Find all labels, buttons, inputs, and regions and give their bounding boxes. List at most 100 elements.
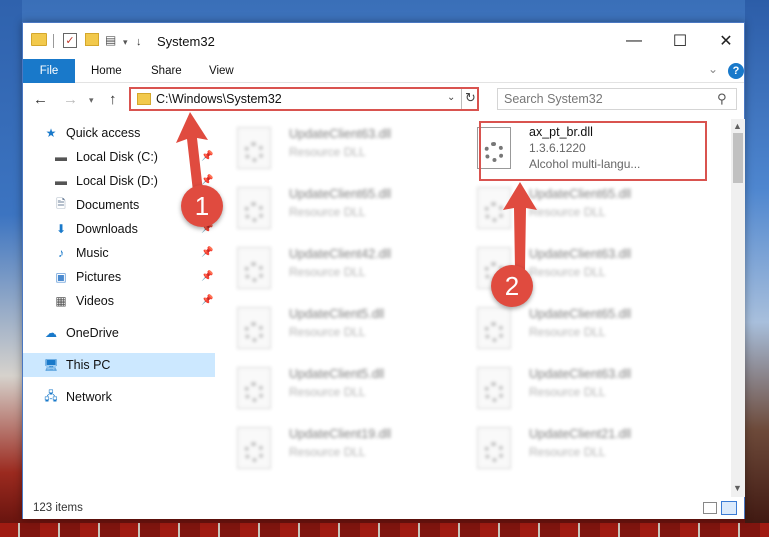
pin-icon[interactable]: 📌 <box>201 247 213 258</box>
music-icon: ♪ <box>58 246 64 260</box>
dll-file-icon <box>237 367 271 409</box>
tab-home[interactable]: Home <box>91 59 122 83</box>
file-name: UpdateClient63.dll <box>289 127 392 141</box>
refresh-icon[interactable]: ↻ <box>465 90 476 106</box>
details-view-icon[interactable] <box>703 502 717 514</box>
close-button[interactable]: ✕ <box>703 23 749 59</box>
computer-icon: 🖥 <box>43 358 59 372</box>
sidebar-item-network[interactable]: 🖧 Network <box>43 385 112 409</box>
address-bar[interactable]: C:\Windows\System32 ⌄ ↻ <box>129 87 479 111</box>
file-name: UpdateClient63.dll <box>529 367 632 381</box>
sidebar-item-label: Music <box>76 246 109 260</box>
pin-icon[interactable]: 📌 <box>201 295 213 306</box>
forward-arrow-icon[interactable]: → <box>63 91 78 108</box>
file-description: Resource DLL <box>529 445 606 459</box>
address-dropdown-chevron-icon[interactable]: ⌄ <box>447 92 455 103</box>
file-description: Resource DLL <box>289 385 366 399</box>
network-icon: 🖧 <box>44 388 58 403</box>
recent-locations-chevron-icon[interactable]: ▾ <box>89 95 94 106</box>
file-name: UpdateClient65.dll <box>529 307 632 321</box>
scroll-down-icon[interactable]: ▼ <box>733 483 742 493</box>
new-folder-icon[interactable] <box>85 33 99 46</box>
customize-toolbar-icon[interactable]: ↓ <box>136 33 148 51</box>
sidebar-item-label: Local Disk (D:) <box>76 174 158 188</box>
maximize-button[interactable]: ☐ <box>657 23 703 59</box>
file-tile[interactable]: UpdateClient5.dll Resource DLL <box>223 361 448 415</box>
file-description: Resource DLL <box>289 325 366 339</box>
tiles-view-icon[interactable] <box>721 501 737 515</box>
item-count: 123 items <box>33 502 83 514</box>
file-description: Resource DLL <box>529 325 606 339</box>
pin-icon[interactable]: 📌 <box>201 271 213 282</box>
dll-file-icon <box>237 187 271 229</box>
drive-icon: ▬ <box>55 150 67 164</box>
picture-icon: ▣ <box>55 270 67 284</box>
sidebar-item-local-disk-c[interactable]: ▬ Local Disk (C:) <box>53 145 158 169</box>
up-arrow-icon[interactable]: ↑ <box>109 91 117 108</box>
vertical-scrollbar[interactable]: ▲ ▼ <box>731 119 745 497</box>
status-bar: 123 items <box>23 497 744 519</box>
tab-view[interactable]: View <box>209 59 234 83</box>
download-icon: ⬇ <box>55 222 67 236</box>
file-tile[interactable]: UpdateClient65.dll Resource DLL <box>463 301 688 355</box>
scrollbar-thumb[interactable] <box>733 133 743 183</box>
view-properties-icon[interactable]: ▤ <box>105 33 121 47</box>
file-tile[interactable]: UpdateClient63.dll Resource DLL <box>463 361 688 415</box>
callout-number-1: 1 <box>181 185 223 227</box>
sidebar-item-local-disk-d[interactable]: ▬ Local Disk (D:) <box>53 169 158 193</box>
sidebar-item-videos[interactable]: ▦ Videos <box>53 289 114 313</box>
folder-icon <box>31 33 47 46</box>
chevron-down-icon[interactable]: ▾ <box>123 33 133 51</box>
callout-number-2: 2 <box>491 265 533 307</box>
sidebar-item-downloads[interactable]: ⬇ Downloads <box>53 217 138 241</box>
file-name: UpdateClient19.dll <box>289 427 392 441</box>
sidebar-item-music[interactable]: ♪ Music <box>53 241 109 265</box>
folder-icon <box>137 93 151 105</box>
cloud-icon: ☁ <box>45 326 57 340</box>
search-icon[interactable]: ⚲ <box>717 91 727 107</box>
dll-file-icon <box>477 307 511 349</box>
sidebar-item-this-pc[interactable]: 🖥 This PC <box>23 353 215 377</box>
tab-file[interactable]: File <box>23 59 75 83</box>
sidebar-item-documents[interactable]: 🗎 Documents <box>53 193 139 217</box>
dll-file-icon <box>477 427 511 469</box>
file-tile[interactable]: UpdateClient19.dll Resource DLL <box>223 421 448 475</box>
sidebar-item-label: OneDrive <box>66 326 119 340</box>
file-tile[interactable]: UpdateClient42.dll Resource DLL <box>223 241 448 295</box>
sidebar-item-label: Downloads <box>76 222 138 236</box>
window-title: System32 <box>157 34 215 49</box>
sidebar-item-onedrive[interactable]: ☁ OneDrive <box>43 321 119 345</box>
expand-ribbon-chevron-icon[interactable]: ⌄ <box>708 62 718 76</box>
quick-access-divider <box>53 34 54 48</box>
scroll-up-icon[interactable]: ▲ <box>733 121 742 131</box>
file-description: Resource DLL <box>529 385 606 399</box>
star-icon: ★ <box>45 126 57 140</box>
file-description: Resource DLL <box>289 205 366 219</box>
address-path[interactable]: C:\Windows\System32 <box>156 92 282 106</box>
ribbon-tabs: File Home Share View ⌄ ? <box>23 59 744 83</box>
desktop-wallpaper-right <box>745 0 769 537</box>
file-tile[interactable]: UpdateClient5.dll Resource DLL <box>223 301 448 355</box>
properties-check-icon[interactable]: ✓ <box>63 33 77 48</box>
drive-icon: ▬ <box>55 174 67 188</box>
tab-share[interactable]: Share <box>151 59 182 83</box>
arrow-to-file-icon <box>503 182 537 270</box>
file-explorer-window: ✓ ▤ ▾ ↓ System32 — ☐ ✕ File Home Share V… <box>22 22 745 519</box>
search-input[interactable]: Search System32 ⚲ <box>497 88 737 110</box>
file-tile[interactable]: UpdateClient63.dll Resource DLL <box>223 121 448 175</box>
sidebar-item-pictures[interactable]: ▣ Pictures <box>53 265 121 289</box>
sidebar-item-quick-access[interactable]: ★ Quick access <box>43 121 141 145</box>
dll-file-icon <box>237 247 271 289</box>
file-tile[interactable]: UpdateClient65.dll Resource DLL <box>223 181 448 235</box>
file-description: Resource DLL <box>289 145 366 159</box>
dll-file-icon <box>237 427 271 469</box>
file-tile[interactable]: UpdateClient21.dll Resource DLL <box>463 421 688 475</box>
file-description: Resource DLL <box>289 445 366 459</box>
file-name: UpdateClient21.dll <box>529 427 632 441</box>
back-arrow-icon[interactable]: ← <box>33 91 48 108</box>
sidebar-item-label: Local Disk (C:) <box>76 150 158 164</box>
help-icon[interactable]: ? <box>728 63 744 79</box>
minimize-button[interactable]: — <box>611 23 657 59</box>
sidebar-item-label: Quick access <box>66 126 141 140</box>
sidebar-item-label: Documents <box>76 198 140 212</box>
